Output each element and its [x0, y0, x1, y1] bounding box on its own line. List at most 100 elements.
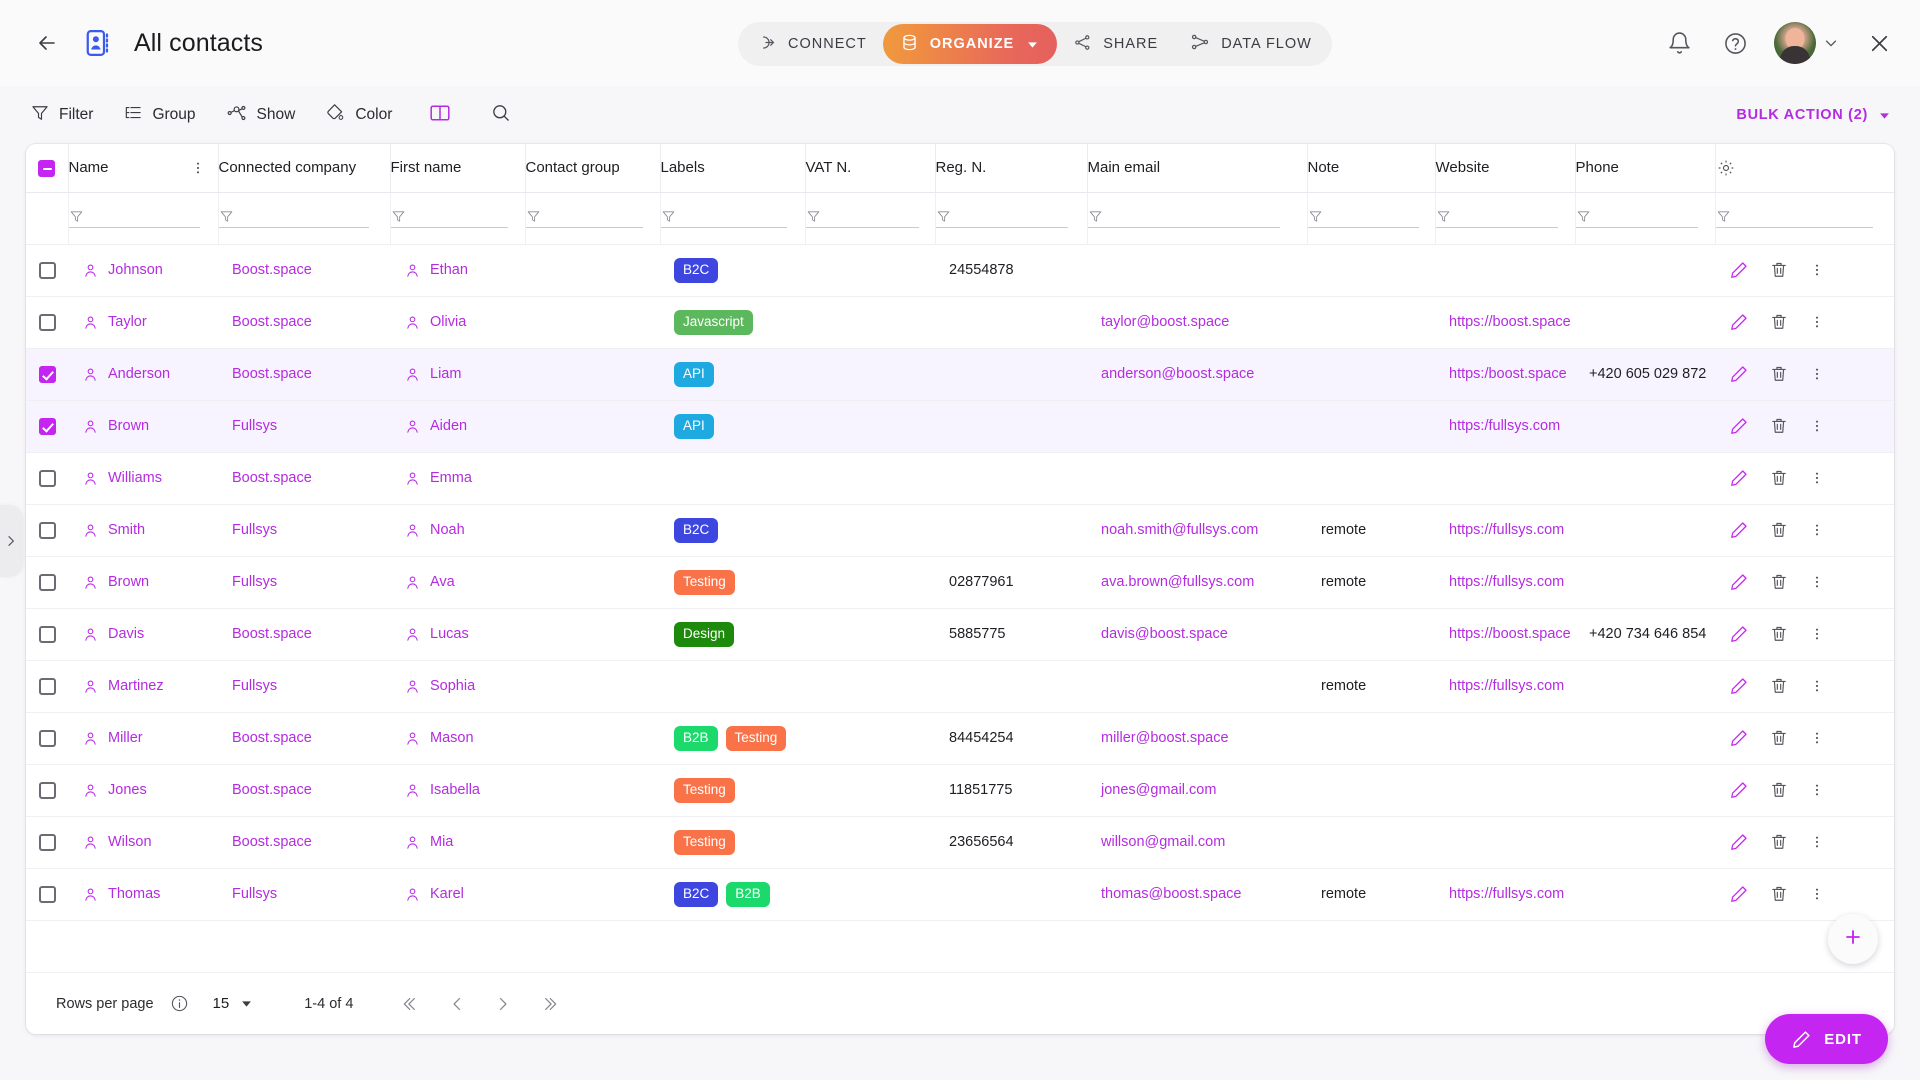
cell-phone[interactable] [1575, 452, 1715, 505]
chevron-down-icon[interactable] [1025, 37, 1040, 52]
cell-website[interactable] [1435, 712, 1575, 765]
toolbar-layout[interactable] [428, 101, 452, 130]
row-select-cell[interactable] [26, 816, 68, 869]
more-vertical-icon[interactable] [1809, 366, 1825, 382]
column-header-main-email[interactable]: Main email [1087, 144, 1308, 193]
chevron-down-icon[interactable] [1822, 34, 1840, 52]
pencil-icon[interactable] [1729, 364, 1749, 384]
cell-reg[interactable]: 02877961 [935, 556, 1087, 609]
user-menu[interactable] [1774, 22, 1840, 64]
cell-note[interactable] [1307, 348, 1435, 401]
cell-name[interactable]: Williams [68, 452, 218, 505]
cell-vat[interactable] [805, 868, 935, 921]
more-vertical-icon[interactable] [1809, 470, 1825, 486]
prev-page-icon[interactable] [441, 988, 473, 1020]
cell-phone[interactable] [1575, 764, 1715, 817]
more-vertical-icon[interactable] [190, 160, 206, 176]
cell-contact-group[interactable] [525, 608, 660, 661]
row-select-cell[interactable] [26, 244, 68, 297]
cell-reg[interactable]: 11851775 [935, 764, 1087, 817]
row-select-cell[interactable] [26, 348, 68, 401]
trash-icon[interactable] [1769, 468, 1789, 488]
more-vertical-icon[interactable] [1809, 678, 1825, 694]
row-checkbox[interactable] [38, 261, 56, 279]
first-page-icon[interactable] [395, 988, 427, 1020]
cell-reg[interactable]: 23656564 [935, 816, 1087, 869]
cell-labels[interactable]: Javascript [660, 296, 805, 349]
cell-name[interactable]: Brown [68, 556, 218, 609]
bell-icon[interactable] [1662, 26, 1696, 60]
cell-phone[interactable] [1575, 244, 1715, 297]
label-tag[interactable]: Testing [725, 725, 787, 751]
table-row[interactable]: Martinez Fullsys Sophia remote https://f… [26, 660, 1894, 713]
table-row[interactable]: Davis Boost.space Lucas Design 5885775 d… [26, 608, 1894, 661]
gear-icon[interactable] [1716, 158, 1895, 178]
cell-first-name[interactable]: Ethan [390, 244, 525, 297]
trash-icon[interactable] [1769, 832, 1789, 852]
column-header-phone[interactable]: Phone [1575, 144, 1716, 193]
trash-icon[interactable] [1769, 260, 1789, 280]
cell-reg[interactable] [935, 660, 1087, 713]
cell-labels[interactable] [660, 452, 805, 505]
pencil-icon[interactable] [1729, 728, 1749, 748]
filter-cell-labels[interactable] [660, 192, 806, 245]
cell-connected-company[interactable]: Boost.space [218, 712, 390, 765]
cell-name[interactable]: Brown [68, 400, 218, 453]
cell-phone[interactable] [1575, 868, 1715, 921]
table-row[interactable]: Jones Boost.space Isabella Testing 11851… [26, 764, 1894, 817]
pencil-icon[interactable] [1729, 312, 1749, 332]
cell-labels[interactable]: Testing [660, 556, 805, 609]
cell-phone[interactable] [1575, 816, 1715, 869]
label-tag[interactable]: API [674, 361, 714, 387]
cell-labels[interactable]: B2C [660, 504, 805, 557]
cell-name[interactable]: Johnson [68, 244, 218, 297]
nav-share[interactable]: SHARE [1057, 26, 1174, 62]
cell-first-name[interactable]: Aiden [390, 400, 525, 453]
more-vertical-icon[interactable] [1809, 574, 1825, 590]
table-row[interactable]: Thomas Fullsys Karel B2C B2B thomas@boost… [26, 868, 1894, 921]
trash-icon[interactable] [1769, 416, 1789, 436]
edit-button[interactable]: EDIT [1765, 1014, 1888, 1064]
cell-phone[interactable] [1575, 504, 1715, 557]
cell-contact-group[interactable] [525, 400, 660, 453]
row-select-cell[interactable] [26, 296, 68, 349]
cell-contact-group[interactable] [525, 816, 660, 869]
cell-website[interactable]: https:/fullsys.com [1435, 400, 1575, 453]
filter-cell-main-email[interactable] [1087, 192, 1308, 245]
cell-name[interactable]: Jones [68, 764, 218, 817]
pencil-icon[interactable] [1729, 520, 1749, 540]
table-row[interactable]: Brown Fullsys Aiden API https:/fullsys.c… [26, 400, 1894, 453]
cell-connected-company[interactable]: Fullsys [218, 868, 390, 921]
row-select-cell[interactable] [26, 764, 68, 817]
column-header-first-name[interactable]: First name [390, 144, 526, 193]
cell-name[interactable]: Smith [68, 504, 218, 557]
nav-data-flow[interactable]: DATA FLOW [1174, 26, 1328, 62]
cell-main-email[interactable] [1087, 400, 1307, 453]
filter-cell-phone[interactable] [1575, 192, 1716, 245]
cell-reg[interactable] [935, 296, 1087, 349]
cell-phone[interactable]: +420 734 646 854 [1575, 608, 1715, 661]
cell-reg[interactable]: 5885775 [935, 608, 1087, 661]
cell-vat[interactable] [805, 712, 935, 765]
cell-first-name[interactable]: Noah [390, 504, 525, 557]
cell-labels[interactable]: B2B Testing [660, 712, 805, 765]
table-row[interactable]: Williams Boost.space Emma [26, 452, 1894, 505]
row-checkbox[interactable] [38, 625, 56, 643]
cell-main-email[interactable]: thomas@boost.space [1087, 868, 1307, 921]
filter-cell-note[interactable] [1307, 192, 1436, 245]
column-header-note[interactable]: Note [1307, 144, 1436, 193]
cell-connected-company[interactable]: Boost.space [218, 348, 390, 401]
cell-connected-company[interactable]: Boost.space [218, 608, 390, 661]
bulk-action-button[interactable]: BULK ACTION (2) [1736, 86, 1892, 144]
row-checkbox[interactable] [38, 365, 56, 383]
cell-vat[interactable] [805, 660, 935, 713]
cell-note[interactable] [1307, 712, 1435, 765]
filter-cell-connected-company[interactable] [218, 192, 391, 245]
row-checkbox[interactable] [38, 521, 56, 539]
cell-name[interactable]: Miller [68, 712, 218, 765]
filter-cell-reg[interactable] [935, 192, 1088, 245]
cell-main-email[interactable]: anderson@boost.space [1087, 348, 1307, 401]
cell-contact-group[interactable] [525, 348, 660, 401]
filter-cell-vat[interactable] [805, 192, 936, 245]
cell-website[interactable] [1435, 764, 1575, 817]
